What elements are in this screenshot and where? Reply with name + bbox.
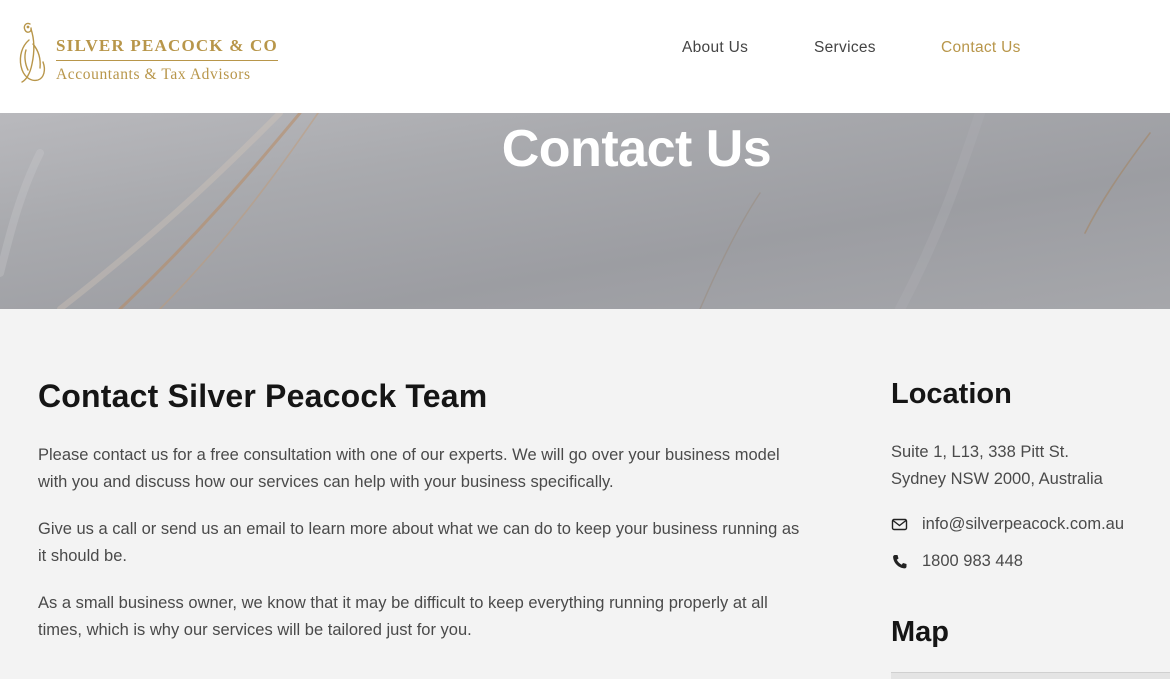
nav-contact-us[interactable]: Contact Us: [941, 39, 1021, 57]
site-logo[interactable]: SILVER PEACOCK & CO Accountants & Tax Ad…: [16, 20, 286, 86]
nav-about-us[interactable]: About Us: [682, 39, 748, 57]
location-heading: Location: [891, 378, 1012, 410]
contact-intro: Contact Silver Peacock Team Please conta…: [38, 378, 818, 639]
address-line-2: Sydney NSW 2000, Australia: [891, 470, 1103, 488]
section-heading: Contact Silver Peacock Team: [38, 378, 488, 414]
hero-banner: Contact Us: [0, 113, 1170, 309]
logo-name: SILVER PEACOCK & CO: [56, 36, 278, 55]
intro-paragraph-3: As a small business owner, we know that …: [38, 594, 768, 639]
phone-icon: [893, 555, 907, 569]
logo-divider: [56, 60, 278, 61]
page-title: Contact Us: [501, 120, 772, 178]
nav-services[interactable]: Services: [814, 39, 876, 57]
address: Suite 1, L13, 338 Pitt St. Sydney NSW 20…: [891, 439, 1103, 493]
email-link[interactable]: info@silverpeacock.com.au: [922, 515, 1124, 534]
peacock-icon: [19, 22, 46, 83]
site-header: SILVER PEACOCK & CO Accountants & Tax Ad…: [0, 0, 1170, 113]
phone-link[interactable]: 1800 983 448: [922, 552, 1023, 571]
map-heading: Map: [891, 616, 949, 648]
address-line-1: Suite 1, L13, 338 Pitt St.: [891, 443, 1069, 461]
logo-tagline: Accountants & Tax Advisors: [56, 66, 251, 83]
intro-paragraph-2: Give us a call or send us an email to le…: [38, 520, 800, 565]
intro-paragraph-1: Please contact us for a free consultatio…: [38, 446, 780, 491]
envelope-icon: [891, 518, 908, 531]
